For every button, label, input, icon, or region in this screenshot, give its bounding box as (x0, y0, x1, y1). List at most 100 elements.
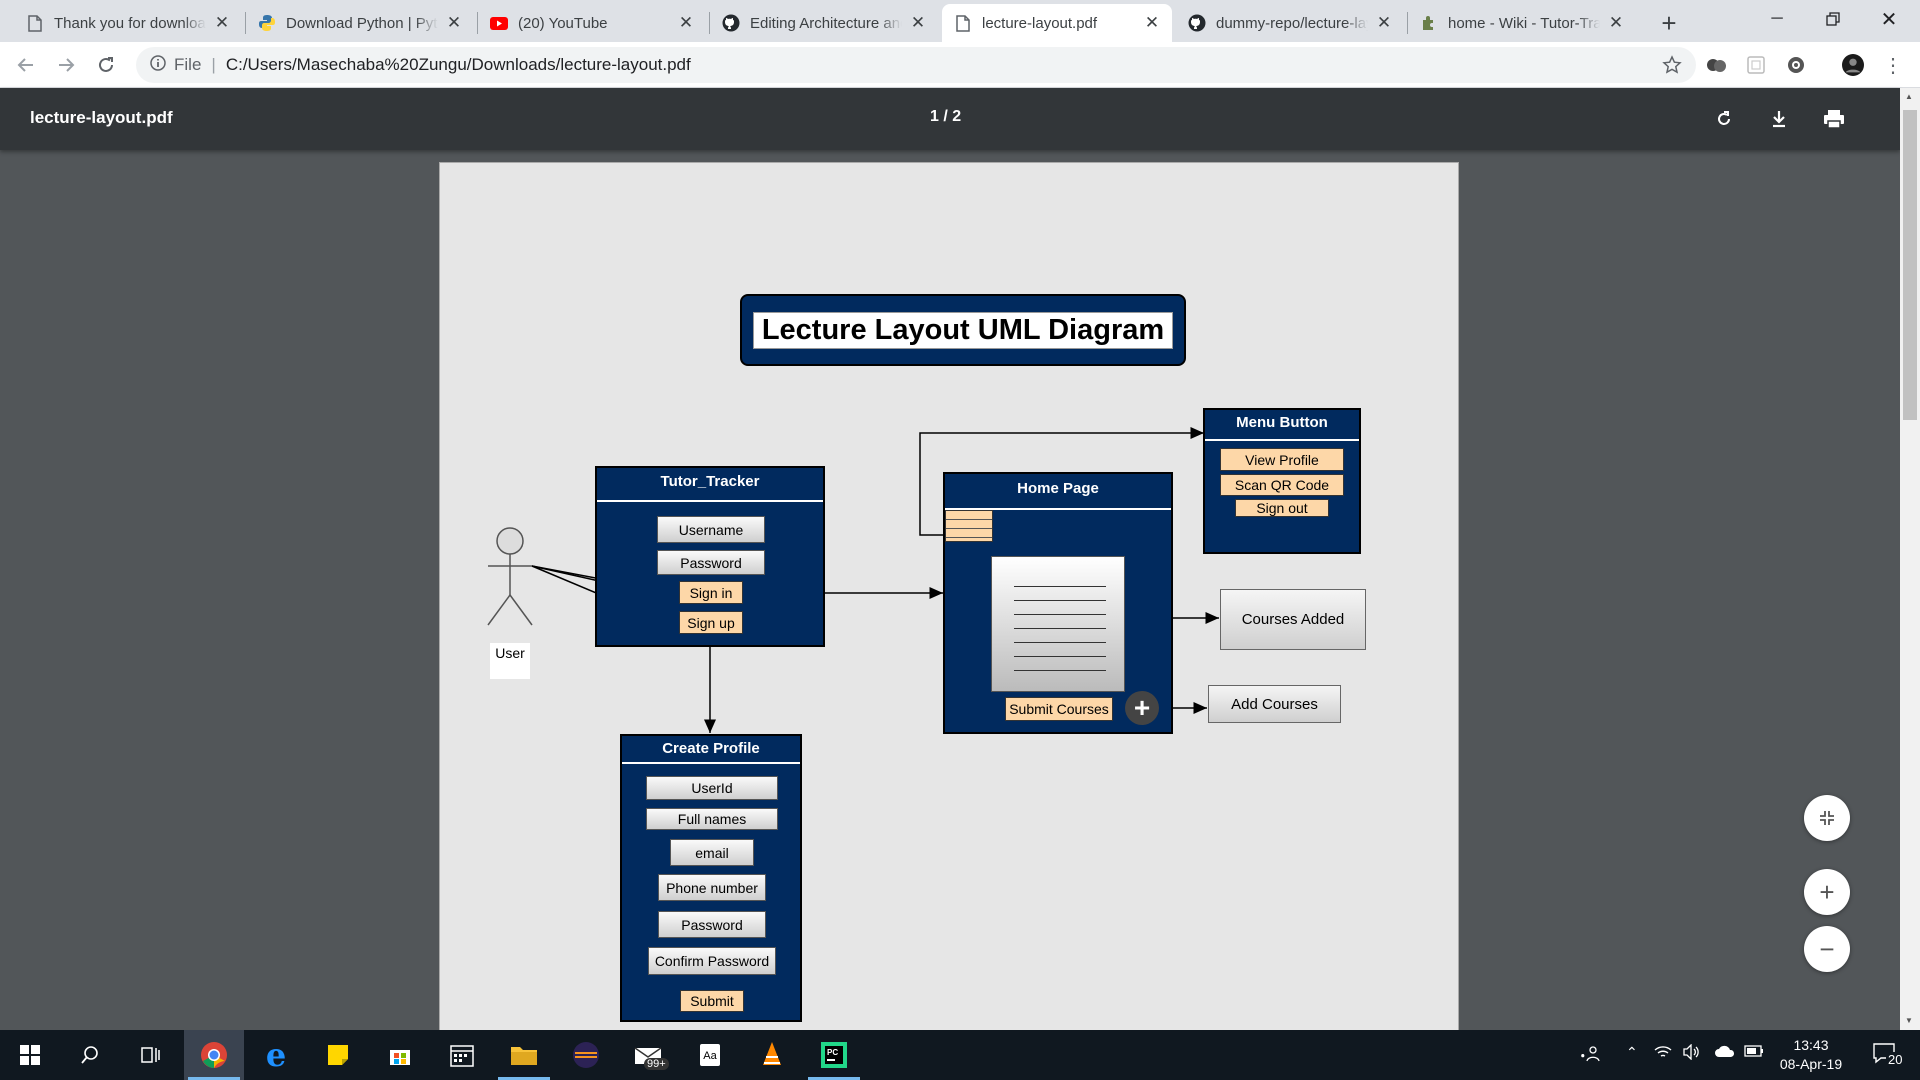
tab-label: Download Python | Python.org (286, 14, 438, 32)
dictionary-icon[interactable]: Aa (680, 1030, 740, 1080)
close-icon[interactable]: ✕ (1374, 13, 1394, 33)
tab-4-active[interactable]: lecture-layout.pdf ✕ (942, 4, 1172, 42)
windows-taskbar: e 99+ Aa PC ꞏ ⌃ 13:43 08-Apr-19 20 (0, 1030, 1920, 1080)
puzzle-icon (1420, 14, 1438, 32)
document-icon (954, 14, 972, 32)
pdf-page: Lecture Layout UML Diagram User Tutor_Tr… (439, 162, 1459, 1042)
tab-label: (20) YouTube (518, 14, 608, 32)
new-tab-button[interactable]: + (1654, 8, 1684, 38)
clock[interactable]: 13:43 08-Apr-19 (1770, 1036, 1852, 1074)
add-courses-box: Add Courses (1208, 685, 1341, 723)
mail-icon[interactable]: 99+ (618, 1030, 678, 1080)
tab-5[interactable]: dummy-repo/lecture-layout ✕ (1176, 4, 1404, 42)
python-icon (258, 14, 276, 32)
extension-icon[interactable] (1745, 54, 1767, 76)
rotate-icon[interactable] (1710, 105, 1738, 133)
calendar-icon[interactable] (432, 1030, 492, 1080)
svg-text:PC: PC (827, 1048, 838, 1057)
close-icon[interactable]: ✕ (676, 13, 696, 33)
notification-center-icon[interactable]: 20 (1866, 1040, 1906, 1070)
star-icon[interactable] (1662, 55, 1682, 80)
close-window-icon[interactable]: ✕ (1866, 0, 1912, 38)
actor-label: User (490, 643, 530, 679)
sign-in-button: Sign in (679, 581, 743, 604)
close-icon[interactable]: ✕ (1142, 13, 1162, 33)
info-icon[interactable] (150, 54, 166, 76)
store-icon[interactable] (370, 1030, 430, 1080)
fit-to-page-button[interactable] (1804, 795, 1850, 841)
tab-1[interactable]: Download Python | Python.org ✕ (246, 4, 474, 42)
zoom-out-button[interactable]: − (1804, 926, 1850, 972)
tab-0[interactable]: Thank you for downloading ✕ (14, 4, 242, 42)
add-icon: + (1125, 691, 1159, 725)
uml-diagram: Lecture Layout UML Diagram User Tutor_Tr… (440, 163, 1460, 1043)
tab-label: Editing Architecture and Design (750, 14, 902, 32)
close-icon[interactable]: ✕ (908, 13, 928, 33)
file-explorer-icon[interactable] (494, 1030, 554, 1080)
people-icon[interactable]: ꞏ (1580, 1044, 1604, 1068)
browser-toolbar: File | C:/Users/Masechaba%20Zungu/Downlo… (0, 42, 1920, 88)
userid-field: UserId (646, 776, 778, 800)
vertical-scrollbar[interactable]: ▲ ▼ (1900, 88, 1920, 1030)
tab-label: dummy-repo/lecture-layout (1216, 14, 1368, 32)
address-bar[interactable]: File | C:/Users/Masechaba%20Zungu/Downlo… (136, 47, 1696, 83)
chevron-up-icon[interactable]: ⌃ (1626, 1044, 1638, 1061)
windows-start-icon[interactable] (0, 1030, 60, 1080)
vlc-icon[interactable] (742, 1030, 802, 1080)
pycharm-icon[interactable]: PC (804, 1030, 864, 1080)
document-icon (26, 14, 44, 32)
back-icon[interactable] (12, 51, 40, 79)
password-field: Password (658, 911, 766, 938)
edge-icon[interactable]: e (246, 1030, 306, 1080)
github-icon (722, 14, 740, 32)
wifi-icon[interactable] (1654, 1044, 1672, 1063)
close-icon[interactable]: ✕ (212, 13, 232, 33)
create-profile-box: Create Profile UserId Full names email P… (620, 734, 802, 1022)
onedrive-icon[interactable] (1714, 1044, 1736, 1061)
box-title: Home Page (1017, 480, 1099, 497)
notification-count: 20 (1886, 1052, 1905, 1067)
tab-6[interactable]: home - Wiki - Tutor-Tracker ✕ (1408, 4, 1636, 42)
phone-number-field: Phone number (658, 874, 766, 901)
task-view-icon[interactable] (120, 1030, 180, 1080)
box-title: Create Profile (662, 740, 760, 757)
sign-out-button: Sign out (1235, 499, 1329, 517)
reload-icon[interactable] (92, 51, 120, 79)
url-text: C:/Users/Masechaba%20Zungu/Downloads/lec… (225, 55, 691, 74)
password-field: Password (657, 550, 765, 575)
extension-icon[interactable] (1785, 54, 1807, 76)
tab-2[interactable]: (20) YouTube ✕ (478, 4, 706, 42)
zoom-in-button[interactable]: + (1804, 869, 1850, 915)
extension-icon[interactable] (1706, 54, 1728, 76)
volume-icon[interactable] (1682, 1043, 1700, 1063)
avatar[interactable] (1842, 54, 1864, 76)
minimize-icon[interactable]: ─ (1754, 0, 1800, 38)
tab-3[interactable]: Editing Architecture and Design ✕ (710, 4, 938, 42)
tab-label: home - Wiki - Tutor-Tracker (1448, 14, 1600, 32)
clock-time: 13:43 (1793, 1037, 1829, 1053)
forward-icon[interactable] (52, 51, 80, 79)
clock-date: 08-Apr-19 (1779, 1056, 1843, 1072)
hamburger-menu-icon (945, 510, 993, 542)
username-field: Username (657, 516, 765, 543)
tutor-tracker-box: Tutor_Tracker Username Password Sign in … (595, 466, 825, 647)
download-icon[interactable] (1765, 105, 1793, 133)
view-profile-button: View Profile (1220, 448, 1344, 471)
scrollbar-thumb[interactable] (1903, 110, 1917, 420)
chrome-taskbar-icon[interactable] (184, 1030, 244, 1080)
home-page-box: Home Page Submit Courses + (943, 472, 1173, 734)
search-icon[interactable] (60, 1030, 120, 1080)
diagram-title: Lecture Layout UML Diagram (752, 311, 1174, 349)
menu-icon[interactable]: ⋮ (1882, 54, 1904, 77)
confirm-password-field: Confirm Password (648, 947, 776, 975)
sticky-notes-icon[interactable] (308, 1030, 368, 1080)
restore-icon[interactable] (1810, 0, 1856, 38)
pdf-toolbar: lecture-layout.pdf 1 / 2 (0, 88, 1900, 150)
sign-up-button: Sign up (679, 611, 743, 634)
close-icon[interactable]: ✕ (444, 13, 464, 33)
eclipse-icon[interactable] (556, 1030, 616, 1080)
close-icon[interactable]: ✕ (1606, 13, 1626, 33)
battery-icon[interactable] (1744, 1044, 1764, 1060)
print-icon[interactable] (1820, 105, 1848, 133)
github-icon (1188, 14, 1206, 32)
